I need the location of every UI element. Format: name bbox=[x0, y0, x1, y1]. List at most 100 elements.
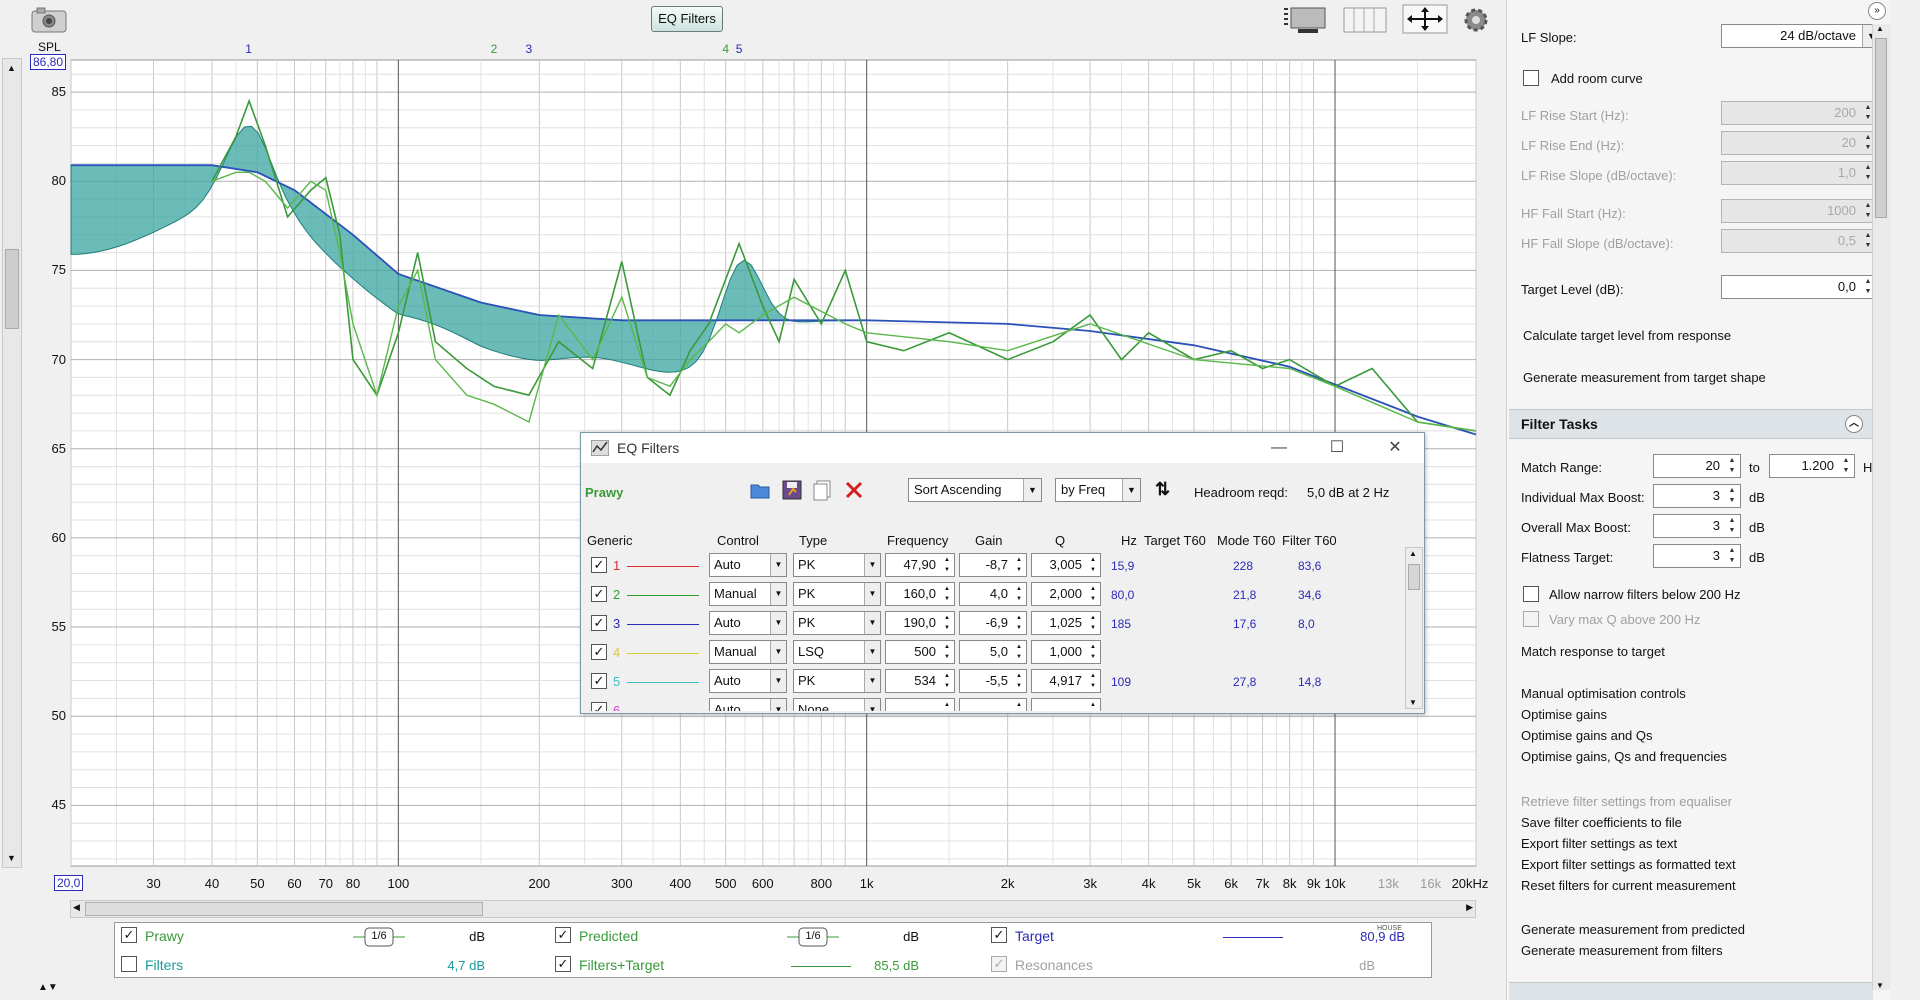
filter-frequency-field[interactable]: 47,90 ▲ ▼ bbox=[885, 553, 955, 577]
flatness-target-field[interactable]: 3 ▲ ▼ bbox=[1653, 544, 1741, 568]
y-tick-label: 45 bbox=[51, 797, 66, 813]
table-scroll-thumb[interactable] bbox=[1408, 564, 1420, 590]
sort-direction-icon[interactable]: ⇅ bbox=[1155, 479, 1170, 500]
arrange-arrows-icon[interactable] bbox=[1402, 4, 1448, 34]
filter-type-select[interactable]: None ▼ bbox=[793, 698, 881, 711]
filter-type-select[interactable]: PK ▼ bbox=[793, 553, 881, 577]
filter-type-select[interactable]: LSQ ▼ bbox=[793, 640, 881, 664]
sort-select[interactable]: Sort Ascending ▼ bbox=[908, 478, 1042, 502]
filter-frequency-field[interactable]: 534 ▲ ▼ bbox=[885, 669, 955, 693]
next-section-header[interactable] bbox=[1509, 982, 1873, 1000]
hf-fall-start-field: 1000 ▲ ▼ bbox=[1721, 199, 1877, 223]
filter-type-select[interactable]: PK ▼ bbox=[793, 669, 881, 693]
filter-gain-field[interactable]: -5,5 ▲ ▼ bbox=[959, 669, 1027, 693]
filter-enable-checkbox[interactable]: ✓ bbox=[591, 644, 607, 660]
table-scrollbar[interactable]: ▲ ▼ bbox=[1405, 547, 1423, 709]
add-room-curve-checkbox[interactable] bbox=[1523, 70, 1539, 86]
gen-from-target-action[interactable]: Generate measurement from target shape bbox=[1523, 370, 1766, 385]
filter-q-field[interactable]: 4,917 ▲ ▼ bbox=[1031, 669, 1101, 693]
horizontal-scroll-thumb[interactable] bbox=[85, 902, 483, 916]
collapse-up-icon[interactable]: ︿ bbox=[1845, 415, 1863, 433]
ind-max-boost-unit: dB bbox=[1749, 490, 1765, 505]
filter-control-select[interactable]: Auto ▼ bbox=[709, 669, 787, 693]
opt-gains-qs-freqs-action[interactable]: Optimise gains, Qs and frequencies bbox=[1521, 749, 1727, 764]
filter-control-select[interactable]: Manual ▼ bbox=[709, 582, 787, 606]
settings-gear-icon[interactable] bbox=[1460, 4, 1492, 36]
filter-type-select[interactable]: PK ▼ bbox=[793, 582, 881, 606]
camera-icon[interactable] bbox=[30, 6, 68, 34]
filter-gain-field[interactable]: -6,9 ▲ ▼ bbox=[959, 611, 1027, 635]
calc-target-level-action[interactable]: Calculate target level from response bbox=[1523, 328, 1731, 343]
prawy-smoothing[interactable]: 1/6 bbox=[353, 926, 405, 948]
predicted-smoothing[interactable]: 1/6 bbox=[787, 926, 839, 948]
filter-enable-checkbox[interactable]: ✓ bbox=[591, 586, 607, 602]
filter-enable-checkbox[interactable]: ✓ bbox=[591, 673, 607, 689]
filter-q-field[interactable]: ▲▼ bbox=[1031, 698, 1101, 711]
filter-gain-field[interactable]: 5,0 ▲ ▼ bbox=[959, 640, 1027, 664]
target-level-field[interactable]: 0,0 ▲ ▼ bbox=[1721, 275, 1877, 299]
lf-slope-select[interactable]: 24 dB/octave ▼ bbox=[1721, 24, 1881, 48]
save-icon[interactable] bbox=[781, 479, 803, 501]
filter-q-field[interactable]: 1,025 ▲ ▼ bbox=[1031, 611, 1101, 635]
horizontal-scrollbar[interactable]: ◀ ▶ bbox=[70, 900, 1476, 918]
filter-q-field[interactable]: 1,000 ▲ ▼ bbox=[1031, 640, 1101, 664]
filter-enable-checkbox[interactable]: ✓ bbox=[591, 557, 607, 573]
opt-gains-action[interactable]: Optimise gains bbox=[1521, 707, 1607, 722]
graph-layout-icon[interactable] bbox=[1282, 4, 1328, 34]
match-response-action[interactable]: Match response to target bbox=[1521, 644, 1665, 659]
close-button[interactable]: ✕ bbox=[1366, 433, 1424, 463]
prawy-checkbox[interactable]: ✓ bbox=[121, 927, 137, 943]
filter-control-select[interactable]: Auto ▼ bbox=[709, 698, 787, 711]
reset-filters-action[interactable]: Reset filters for current measurement bbox=[1521, 878, 1736, 893]
expand-legend-icon[interactable]: ▲▼ bbox=[38, 982, 58, 993]
export-text-action[interactable]: Export filter settings as text bbox=[1521, 836, 1677, 851]
filter-frequency-field[interactable]: 160,0 ▲ ▼ bbox=[885, 582, 955, 606]
open-folder-icon[interactable] bbox=[749, 479, 771, 501]
filter-gain-field[interactable]: 4,0 ▲ ▼ bbox=[959, 582, 1027, 606]
filter-control-select[interactable]: Auto ▼ bbox=[709, 611, 787, 635]
gen-from-filters-action[interactable]: Generate measurement from filters bbox=[1521, 943, 1723, 958]
filter-frequency-field[interactable]: 190,0 ▲ ▼ bbox=[885, 611, 955, 635]
panels-layout-icon[interactable] bbox=[1342, 4, 1388, 34]
maximize-button[interactable]: ☐ bbox=[1308, 433, 1366, 463]
delete-icon[interactable] bbox=[843, 479, 865, 501]
allow-narrow-checkbox[interactable] bbox=[1523, 586, 1539, 602]
panel-scrollbar[interactable]: ▲ ▼ bbox=[1872, 24, 1890, 990]
opt-gains-qs-action[interactable]: Optimise gains and Qs bbox=[1521, 728, 1653, 743]
predicted-checkbox[interactable]: ✓ bbox=[555, 927, 571, 943]
filter-frequency-field[interactable]: 500 ▲ ▼ bbox=[885, 640, 955, 664]
filter-type-select[interactable]: PK ▼ bbox=[793, 611, 881, 635]
filter-color-swatch bbox=[627, 682, 699, 683]
minimize-button[interactable]: — bbox=[1250, 433, 1308, 463]
export-formatted-action[interactable]: Export filter settings as formatted text bbox=[1521, 857, 1736, 872]
filter-q-field[interactable]: 3,005 ▲ ▼ bbox=[1031, 553, 1101, 577]
panel-scroll-thumb[interactable] bbox=[1875, 38, 1887, 218]
filter-enable-checkbox[interactable]: ✓ bbox=[591, 615, 607, 631]
filter-control-select[interactable]: Manual ▼ bbox=[709, 640, 787, 664]
filter-control-select[interactable]: Auto ▼ bbox=[709, 553, 787, 577]
ind-max-boost-field[interactable]: 3 ▲ ▼ bbox=[1653, 484, 1741, 508]
filter-gain-field[interactable]: ▲▼ bbox=[959, 698, 1027, 711]
overall-max-boost-field[interactable]: 3 ▲ ▼ bbox=[1653, 514, 1741, 538]
filter-hz-value: 15,9 bbox=[1111, 559, 1135, 573]
y-tick-label: 65 bbox=[51, 440, 66, 456]
filters-target-checkbox[interactable]: ✓ bbox=[555, 956, 571, 972]
match-range-from-field[interactable]: 20 ▲ ▼ bbox=[1653, 454, 1741, 478]
x-tick-label: 16k bbox=[1420, 876, 1442, 891]
filter-enable-checkbox[interactable]: ✓ bbox=[591, 702, 607, 711]
copy-icon[interactable] bbox=[811, 479, 833, 501]
gen-from-predicted-action[interactable]: Generate measurement from predicted bbox=[1521, 922, 1745, 937]
collapse-panel-icon[interactable]: » bbox=[1868, 2, 1886, 20]
save-coeffs-action[interactable]: Save filter coefficients to file bbox=[1521, 815, 1682, 830]
sort-by-select[interactable]: by Freq ▼ bbox=[1055, 478, 1141, 502]
filters-checkbox[interactable] bbox=[121, 956, 137, 972]
match-range-to-field[interactable]: 1.200 ▲ ▼ bbox=[1769, 454, 1855, 478]
filter-q-field[interactable]: 2,000 ▲ ▼ bbox=[1031, 582, 1101, 606]
manual-opt-action[interactable]: Manual optimisation controls bbox=[1521, 686, 1686, 701]
target-checkbox[interactable]: ✓ bbox=[991, 927, 1007, 943]
filter-gain-field[interactable]: -8,7 ▲ ▼ bbox=[959, 553, 1027, 577]
filter-tasks-header[interactable]: Filter Tasks ︿ bbox=[1509, 409, 1873, 439]
eq-filters-button[interactable]: EQ Filters bbox=[651, 6, 723, 32]
filter-frequency-field[interactable]: ▲▼ bbox=[885, 698, 955, 711]
lf-slope-value: 24 dB/octave bbox=[1780, 28, 1856, 43]
